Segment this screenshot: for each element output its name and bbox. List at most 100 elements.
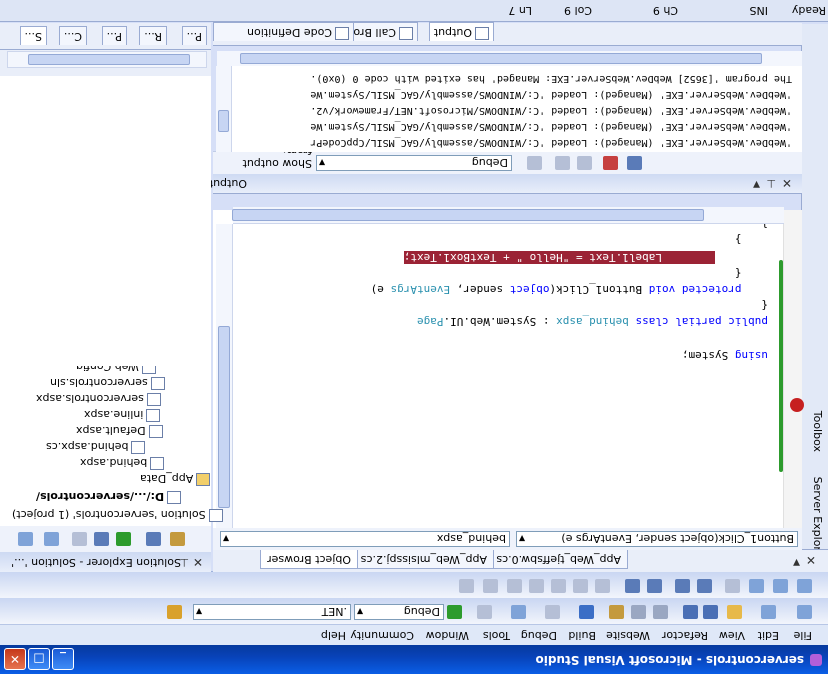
output-text[interactable]: 'WebDev.WebServer.EXE' (Managed): Loaded…: [232, 60, 802, 152]
tree-item[interactable]: servercontrols.aspx: [36, 392, 161, 406]
tab-solution-explorer[interactable]: S...: [19, 26, 47, 45]
paste-icon[interactable]: [609, 605, 624, 619]
save-icon[interactable]: [703, 605, 718, 619]
cut-icon[interactable]: [653, 605, 668, 619]
uncomment-icon[interactable]: [625, 579, 640, 593]
tab-app-web-mlsisspj[interactable]: App_Web_mlsisspj.2.cs: [353, 550, 494, 569]
next-message-icon[interactable]: [555, 156, 570, 170]
comment-out-icon[interactable]: [647, 579, 662, 593]
breakpoint-icon[interactable]: [790, 398, 804, 412]
undo-icon[interactable]: [579, 605, 594, 619]
window-position-icon[interactable]: ▼: [753, 179, 760, 189]
minimize-button[interactable]: _: [52, 648, 74, 670]
previous-bookmark-in-folder-icon[interactable]: [529, 579, 544, 593]
members-select[interactable]: Button1_Click(object sender, EventArgs e…: [516, 531, 798, 547]
start-debugging-icon[interactable]: [447, 605, 462, 619]
tab-app-web-tjeffsbw[interactable]: App_Web_tjeffsbw.0.cs: [489, 550, 628, 569]
clear-bookmarks-icon[interactable]: [483, 579, 498, 593]
toggle-word-wrap-icon[interactable]: [627, 156, 642, 170]
tree-project[interactable]: D:/.../servercontrols/: [36, 490, 182, 504]
previous-message-icon[interactable]: [527, 156, 542, 170]
code-line: using System;: [681, 349, 768, 362]
save-all-icon[interactable]: [683, 605, 698, 619]
complete-word-icon[interactable]: [725, 579, 740, 593]
menu-view[interactable]: View: [719, 629, 745, 642]
decrease-indent-icon[interactable]: [697, 579, 712, 593]
toggle-bookmark-icon[interactable]: [595, 579, 610, 593]
increase-indent-icon[interactable]: [675, 579, 690, 593]
output-horizontal-scrollbar[interactable]: [217, 51, 802, 66]
menu-window[interactable]: Window: [426, 629, 469, 642]
tree-item[interactable]: behind.aspx: [80, 456, 165, 470]
parameter-info-icon[interactable]: [773, 579, 788, 593]
tree-item[interactable]: Default.aspx: [76, 424, 163, 438]
find-message-icon[interactable]: [577, 156, 592, 170]
scroll-thumb[interactable]: [232, 209, 704, 221]
active-files-dropdown-icon[interactable]: ▼: [793, 557, 800, 567]
next-bookmark-in-folder-icon[interactable]: [507, 579, 522, 593]
copy-icon[interactable]: [631, 605, 646, 619]
find-in-files-icon[interactable]: [167, 605, 182, 619]
tab-resource-view[interactable]: R...: [139, 26, 167, 45]
menu-help[interactable]: Help: [321, 629, 346, 642]
tab-code-definition-window[interactable]: Code Definition Window: [213, 8, 354, 41]
view-code-icon[interactable]: [146, 532, 161, 546]
menu-file[interactable]: File: [794, 629, 812, 642]
tree-item[interactable]: App_Data: [140, 472, 211, 486]
menu-debug[interactable]: Debug: [521, 629, 557, 642]
tab-property-manager[interactable]: P...: [101, 26, 127, 45]
close-document-icon[interactable]: ✕: [806, 553, 816, 567]
display-object-member-list-icon[interactable]: [797, 579, 812, 593]
tab-class-view[interactable]: C...: [58, 26, 87, 45]
navigate-backward-icon[interactable]: [511, 605, 526, 619]
add-item-icon[interactable]: [761, 605, 776, 619]
view-designer-icon[interactable]: [170, 532, 185, 546]
types-select[interactable]: behind_aspx ▼: [220, 531, 510, 547]
toolbox-tab[interactable]: Toolbox: [811, 411, 824, 452]
new-project-icon[interactable]: [797, 605, 812, 619]
toolbar-options-icon[interactable]: [459, 579, 474, 593]
solution-configuration-select[interactable]: Debug ▼: [354, 604, 444, 620]
next-bookmark-icon[interactable]: [551, 579, 566, 593]
scroll-thumb[interactable]: [240, 53, 762, 64]
platform-select[interactable]: .NET ▼: [193, 604, 351, 620]
previous-bookmark-icon[interactable]: [573, 579, 588, 593]
editor-horizontal-scrollbar[interactable]: [232, 207, 784, 224]
menu-tools[interactable]: Tools: [483, 629, 510, 642]
tab-output[interactable]: Output: [428, 22, 494, 41]
pin-icon[interactable]: ⊥: [179, 556, 189, 569]
tree-solution[interactable]: Solution 'servercontrols' (1 project): [12, 508, 223, 522]
scroll-thumb[interactable]: [28, 54, 190, 65]
tab-properties-p[interactable]: P...: [181, 26, 207, 45]
properties-icon[interactable]: [72, 532, 87, 546]
clear-all-icon[interactable]: [603, 156, 618, 170]
navigate-forward-icon[interactable]: [477, 605, 492, 619]
redo-icon[interactable]: [545, 605, 560, 619]
copy-website-icon[interactable]: [44, 532, 59, 546]
pin-icon[interactable]: ⊥: [766, 177, 776, 190]
nest-related-files-icon[interactable]: [94, 532, 109, 546]
close-icon[interactable]: ✕: [193, 555, 203, 569]
output-vertical-scrollbar[interactable]: [216, 66, 232, 152]
maximize-button[interactable]: □: [28, 648, 50, 670]
close-icon[interactable]: ✕: [782, 176, 792, 190]
menu-build[interactable]: Build: [568, 629, 596, 642]
scroll-thumb[interactable]: [218, 110, 229, 132]
tab-object-browser[interactable]: Object Browser: [260, 550, 358, 569]
asp-net-configuration-icon[interactable]: [18, 532, 33, 546]
menu-community[interactable]: Community: [350, 629, 414, 642]
scroll-thumb[interactable]: [218, 326, 230, 508]
menu-edit[interactable]: Edit: [758, 629, 779, 642]
menu-refactor[interactable]: Refactor: [662, 629, 708, 642]
open-icon[interactable]: [727, 605, 742, 619]
solution-explorer-horizontal-scrollbar[interactable]: [7, 51, 207, 68]
quick-info-icon[interactable]: [749, 579, 764, 593]
refresh-icon[interactable]: [116, 532, 131, 546]
tree-item[interactable]: inline.aspx: [84, 408, 161, 422]
show-output-from-select[interactable]: Debug ▼: [316, 155, 512, 171]
editor-vertical-scrollbar[interactable]: [216, 224, 233, 528]
close-button[interactable]: ✕: [4, 648, 26, 670]
tree-item[interactable]: servercontrols.sln: [50, 376, 165, 390]
menu-website[interactable]: Website: [606, 629, 650, 642]
tree-item[interactable]: behind.aspx.cs: [46, 440, 146, 454]
